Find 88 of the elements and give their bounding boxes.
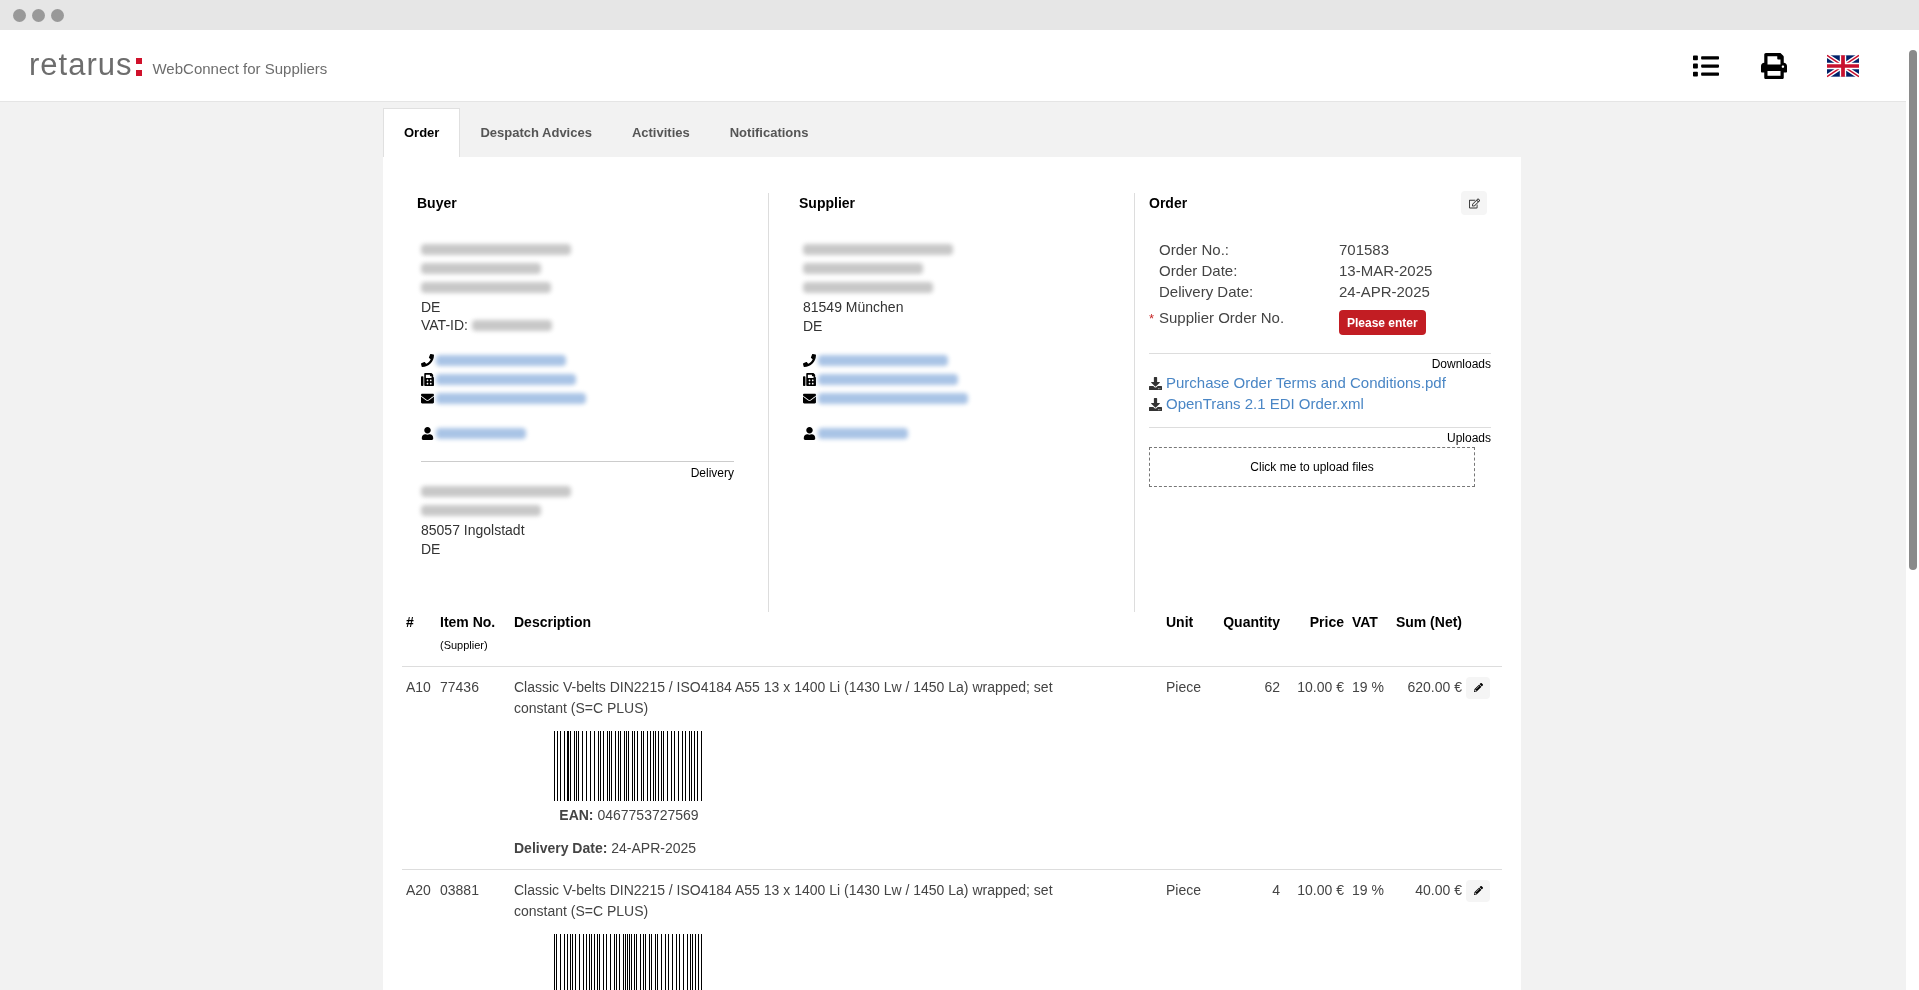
scrollbar[interactable] [1906, 30, 1919, 990]
download-icon [1149, 377, 1162, 390]
field-label: Supplier Order No. [1159, 308, 1285, 329]
fax-icon [803, 373, 816, 386]
address-line: 81549 München [803, 299, 904, 315]
table-cell-text: 4 [1271, 880, 1281, 900]
edit-item-button[interactable] [1466, 676, 1490, 699]
contact-link[interactable] [818, 374, 958, 385]
section-title: Supplier [799, 194, 856, 213]
email-icon [803, 392, 816, 405]
phone-icon [803, 354, 816, 367]
column-header: Sum (Net) [1394, 613, 1462, 632]
required-mark: * [1149, 311, 1155, 327]
field-label: Order Date: [1159, 261, 1238, 281]
tab[interactable]: Notifications [709, 108, 829, 157]
table-cell-text: 19 % [1351, 677, 1385, 697]
tab[interactable]: Activities [611, 108, 710, 157]
tab[interactable]: Despatch Advices [460, 108, 612, 157]
edit-button[interactable] [1461, 191, 1487, 215]
contact-link[interactable] [436, 374, 576, 385]
field-label: Delivery Date: [1159, 282, 1254, 302]
window-control[interactable] [51, 8, 64, 22]
fax-icon [421, 373, 434, 386]
address-line: 85057 Ingolstadt [421, 522, 525, 538]
table-cell-text: A10 [405, 677, 432, 697]
tab[interactable]: Order [383, 108, 461, 157]
section-label: Downloads [1431, 357, 1491, 371]
item-delivery-date: Delivery Date: 24-APR-2025 [514, 839, 697, 856]
edit-icon [1468, 197, 1480, 209]
column-subheader: (Supplier) [440, 638, 489, 653]
table-cell-text: 77436 [439, 677, 480, 697]
section-label: Delivery [690, 466, 734, 480]
table-cell-text: 10.00 € [1296, 880, 1345, 900]
table-cell-text: 10.00 € [1296, 677, 1345, 697]
email-icon [421, 392, 434, 405]
please-enter-button[interactable]: Please enter [1339, 310, 1426, 335]
field-value: 13-MAR-2025 [1339, 261, 1434, 281]
phone-icon [421, 354, 434, 367]
table-cell-text: A20 [405, 880, 432, 900]
field-value: 24-APR-2025 [1339, 282, 1431, 302]
vat-label: VAT-ID: [421, 316, 468, 335]
download-link[interactable]: Purchase Order Terms and Conditions.pdf [1166, 372, 1446, 395]
table-cell-text: Piece [1165, 677, 1203, 697]
table-cell-text: 40.00 € [1414, 880, 1463, 900]
contact-link[interactable] [436, 428, 526, 439]
table-cell-text: Piece [1165, 880, 1203, 900]
logo[interactable]: retarus [29, 42, 143, 89]
item-description: Classic V-belts DIN2215 / ISO4184 A55 13 x 1400 Li (1430 Lw / 1450 La) wrapped; set constant (S=C PLUS) [514, 880, 1054, 921]
item-description: Classic V-belts DIN2215 / ISO4184 A55 13 x 1400 Li (1430 Lw / 1450 La) wrapped; set constant (S=C PLUS) [514, 677, 1054, 718]
flag-icon[interactable] [1827, 53, 1859, 78]
table-cell-text: 19 % [1351, 880, 1385, 900]
contact-link[interactable] [818, 428, 908, 439]
app-subtitle: WebConnect for Suppliers [152, 59, 328, 80]
download-link[interactable]: OpenTrans 2.1 EDI Order.xml [1166, 393, 1364, 416]
section-label: Uploads [1446, 431, 1491, 445]
table-cell-text: 620.00 € [1406, 677, 1463, 697]
column-header: Description [514, 613, 592, 632]
address-line: DE [421, 299, 441, 315]
menu-icon[interactable] [1691, 52, 1721, 79]
user-icon [803, 427, 816, 440]
user-icon [421, 427, 434, 440]
window-control[interactable] [13, 8, 26, 22]
address-line: DE [803, 318, 823, 334]
column-header: Quantity [1222, 613, 1280, 632]
column-header: Price [1308, 613, 1344, 632]
ean-number: EAN: 0467753727569 [559, 806, 699, 823]
pencil-icon [1473, 886, 1483, 895]
contact-link[interactable] [818, 355, 948, 366]
section-title: Order [1149, 194, 1188, 213]
contact-link[interactable] [818, 393, 968, 404]
column-header: # [406, 613, 415, 632]
column-header: Unit [1166, 613, 1195, 632]
column-header: VAT [1352, 613, 1379, 632]
column-header: Item No. [440, 613, 497, 632]
field-value: 701583 [1339, 240, 1391, 260]
contact-link[interactable] [436, 393, 586, 404]
print-icon[interactable] [1761, 52, 1787, 79]
edit-item-button[interactable] [1466, 879, 1490, 902]
contact-link[interactable] [436, 355, 566, 366]
window-control[interactable] [32, 8, 45, 22]
upload-dropzone[interactable]: Click me to upload files [1149, 447, 1475, 487]
section-title: Buyer [417, 194, 458, 213]
field-label: Order No.: [1159, 240, 1230, 260]
download-icon [1149, 398, 1162, 411]
pencil-icon [1473, 683, 1483, 692]
table-cell-text: 62 [1263, 677, 1281, 697]
address-line: DE [421, 541, 441, 557]
table-cell-text: 03881 [439, 880, 480, 900]
